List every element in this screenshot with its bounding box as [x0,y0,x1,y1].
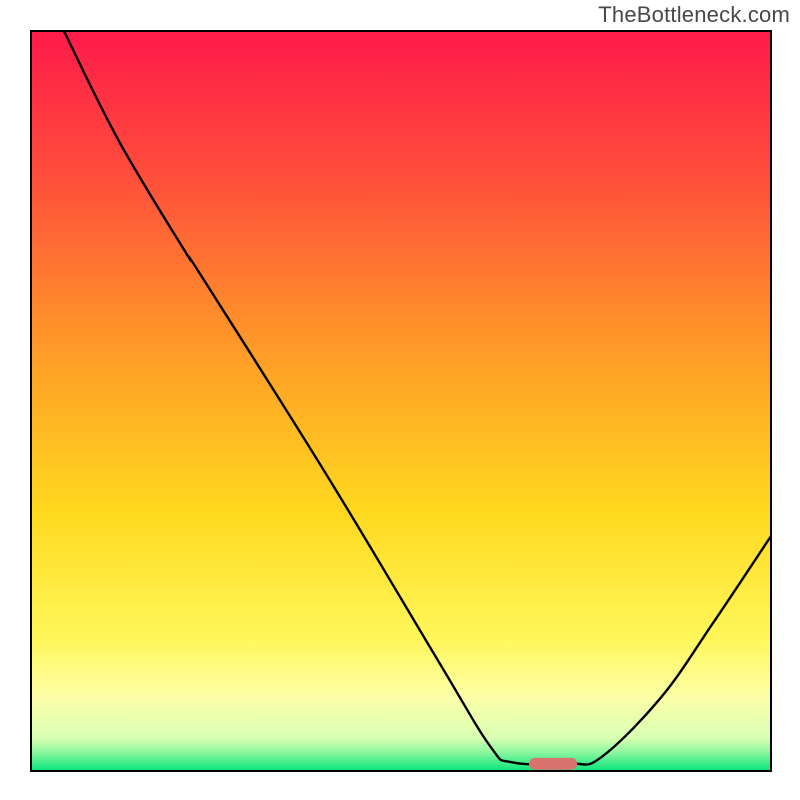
watermark-text: TheBottleneck.com [598,2,790,28]
gradient-background [30,30,772,772]
chart-stage: TheBottleneck.com [0,0,800,800]
chart-plot [30,30,772,772]
minimum-marker [529,758,577,770]
